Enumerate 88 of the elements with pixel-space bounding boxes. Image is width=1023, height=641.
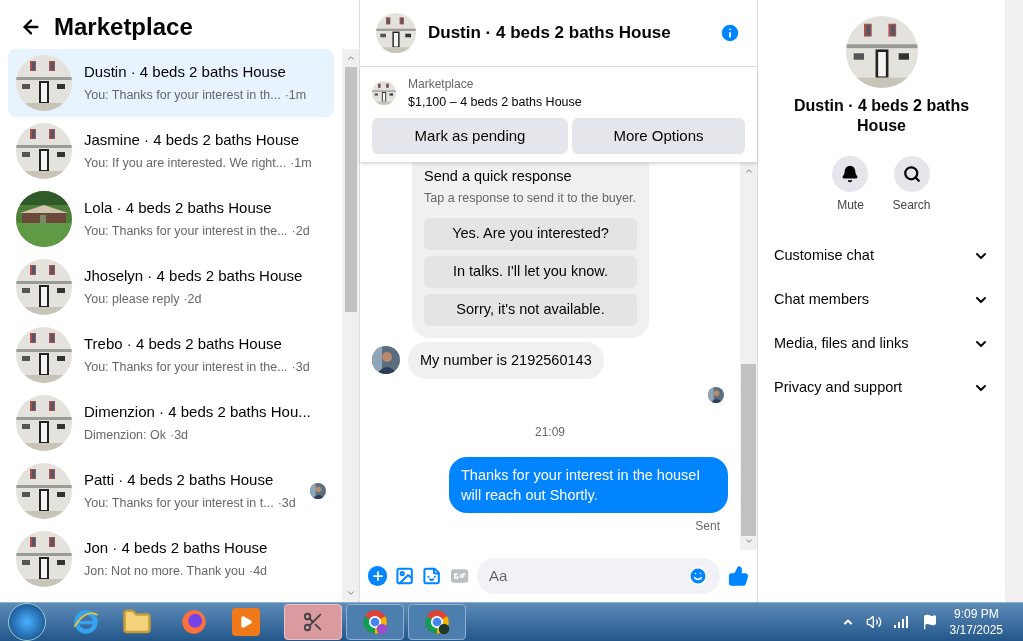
message-time: ·3d bbox=[170, 426, 189, 444]
emoji-icon[interactable] bbox=[687, 566, 708, 586]
quick-reply-button[interactable]: Sorry, it's not available. bbox=[424, 293, 637, 326]
scissors-icon bbox=[302, 611, 324, 633]
media-player-icon[interactable] bbox=[232, 608, 260, 636]
conversation-item[interactable]: Trebo · 4 beds 2 baths House You: Thanks for your interest in the... ·3d bbox=[8, 321, 334, 389]
add-icon[interactable] bbox=[368, 566, 388, 586]
action-label: Search bbox=[892, 197, 931, 214]
details-section[interactable]: Media, files and links bbox=[774, 322, 989, 366]
message-preview: You: Thanks for your interest in the... bbox=[84, 222, 288, 240]
conversation-item[interactable]: Patti · 4 beds 2 baths House You: Thanks for your interest in t... ·3d bbox=[8, 457, 334, 525]
browser-logo-icon bbox=[423, 608, 451, 636]
card-subtitle: Tap a response to send it to the buyer. bbox=[424, 189, 637, 206]
section-label: Customise chat bbox=[774, 246, 875, 266]
conversation-title: Trebo · 4 beds 2 baths House bbox=[84, 334, 283, 355]
message-time: ·2d bbox=[291, 222, 310, 240]
scrollbar[interactable] bbox=[740, 161, 757, 550]
timestamp: 21:09 bbox=[535, 424, 565, 442]
section-label: Media, files and links bbox=[774, 334, 910, 354]
clock-date: 3/17/2025 bbox=[949, 622, 1003, 638]
quick-reply-button[interactable]: Yes. Are you interested? bbox=[424, 217, 637, 250]
message-time: ·4d bbox=[248, 562, 268, 580]
browser-logo-icon bbox=[361, 608, 389, 636]
message-preview: You: Thanks for your interest in the... bbox=[84, 358, 288, 376]
scrollbar[interactable] bbox=[342, 49, 359, 602]
message-field[interactable]: Aa bbox=[476, 558, 720, 594]
message-preview: Jon: Not no more. Thank you bbox=[84, 562, 245, 580]
bell-icon bbox=[841, 165, 860, 183]
contact-name: Dustin · 4 beds 2 baths House bbox=[792, 96, 971, 136]
outgoing-message: Thanks for your interest in the houseI will reach out Shortly. bbox=[449, 457, 728, 514]
listing-label: Marketplace bbox=[408, 76, 475, 93]
conversation-item[interactable]: Jhoselyn · 4 beds 2 baths House You: please reply ·2d bbox=[8, 253, 334, 321]
message-time: ·1m bbox=[284, 86, 307, 104]
quick-reply-button[interactable]: In talks. I'll let you know. bbox=[424, 255, 637, 288]
details-section[interactable]: Chat members bbox=[774, 278, 989, 322]
conversation-title: Patti · 4 beds 2 baths House bbox=[84, 470, 275, 491]
conversation-title: Dustin · 4 beds 2 baths House bbox=[84, 62, 287, 83]
message-preview: You: Thanks for your interest in th... bbox=[84, 86, 281, 104]
details-section[interactable]: Customise chat bbox=[774, 234, 989, 278]
conversation-item[interactable]: Dustin · 4 beds 2 baths House You: Thanks for your interest in th... ·1m bbox=[8, 49, 334, 117]
scroll-down-icon[interactable] bbox=[345, 588, 356, 598]
message-preview: You: If you are interested. We right... bbox=[84, 154, 287, 172]
listing-action-button[interactable]: Mark as pending bbox=[372, 117, 568, 154]
incoming-message: My number is 2192560143 bbox=[408, 341, 604, 380]
conversation-item[interactable]: Jasmine · 4 beds 2 baths House You: If you are interested. We right... ·1m bbox=[8, 117, 334, 185]
message-time: ·1m bbox=[290, 154, 312, 172]
conversation-item[interactable]: Jon · 4 beds 2 baths House Jon: Not no more. Thank you ·4d bbox=[8, 525, 334, 593]
photo-icon[interactable] bbox=[395, 566, 415, 586]
scroll-down-icon[interactable] bbox=[743, 536, 754, 546]
clock[interactable]: 9:09 PM 3/17/2025 bbox=[949, 606, 1003, 638]
message-preview: You: please reply bbox=[84, 290, 180, 308]
chrome-button[interactable] bbox=[408, 604, 466, 640]
conversation-item[interactable]: Lola · 4 beds 2 baths House You: Thanks for your interest in the... ·2d bbox=[8, 185, 334, 253]
sidebar-title: Marketplace bbox=[54, 11, 193, 42]
section-label: Chat members bbox=[774, 290, 871, 310]
card-title: Send a quick response bbox=[424, 166, 573, 186]
scroll-up-icon[interactable] bbox=[345, 53, 356, 63]
search-button[interactable] bbox=[893, 156, 930, 192]
action-label: Mute bbox=[837, 197, 864, 214]
section-label: Privacy and support bbox=[774, 378, 904, 398]
message-time: ·2d bbox=[183, 290, 202, 308]
conversation-title: Lola · 4 beds 2 baths House bbox=[84, 198, 273, 219]
signal-icon[interactable] bbox=[893, 616, 910, 628]
listing-action-button[interactable]: More Options bbox=[572, 117, 745, 154]
search-icon bbox=[902, 165, 921, 183]
snipping-tool-button[interactable] bbox=[284, 604, 342, 640]
listing-price: $1,100 – 4 beds 2 baths House bbox=[408, 94, 582, 111]
start-button[interactable] bbox=[8, 603, 46, 641]
message-time: ·3d bbox=[277, 494, 296, 512]
details-section[interactable]: Privacy and support bbox=[774, 366, 989, 410]
flag-icon[interactable] bbox=[921, 614, 938, 630]
message-time: ·3d bbox=[291, 358, 310, 376]
info-icon[interactable] bbox=[719, 22, 741, 44]
conversation-title: Dimenzion · 4 beds 2 baths Hou... bbox=[84, 402, 312, 423]
conversation-title: Jhoselyn · 4 beds 2 baths House bbox=[84, 266, 304, 287]
message-preview: Dimenzion: Ok bbox=[84, 426, 166, 444]
mute-button[interactable] bbox=[832, 156, 869, 192]
clock-time: 9:09 PM bbox=[953, 606, 999, 622]
message-status: Sent bbox=[695, 518, 720, 536]
conversation-title: Jon · 4 beds 2 baths House bbox=[84, 538, 269, 559]
sticker-icon[interactable] bbox=[422, 566, 442, 586]
conversation-item[interactable]: Dimenzion · 4 beds 2 baths Hou... Dimenzion: Ok ·3d bbox=[8, 389, 334, 457]
conversation-title: Jasmine · 4 beds 2 baths House bbox=[84, 130, 301, 151]
like-icon[interactable] bbox=[727, 565, 749, 587]
volume-icon[interactable] bbox=[865, 614, 882, 630]
message-input[interactable]: Aa bbox=[488, 564, 688, 588]
chat-title: Dustin · 4 beds 2 baths House bbox=[428, 22, 672, 45]
message-preview: You: Thanks for your interest in t... bbox=[84, 494, 274, 512]
